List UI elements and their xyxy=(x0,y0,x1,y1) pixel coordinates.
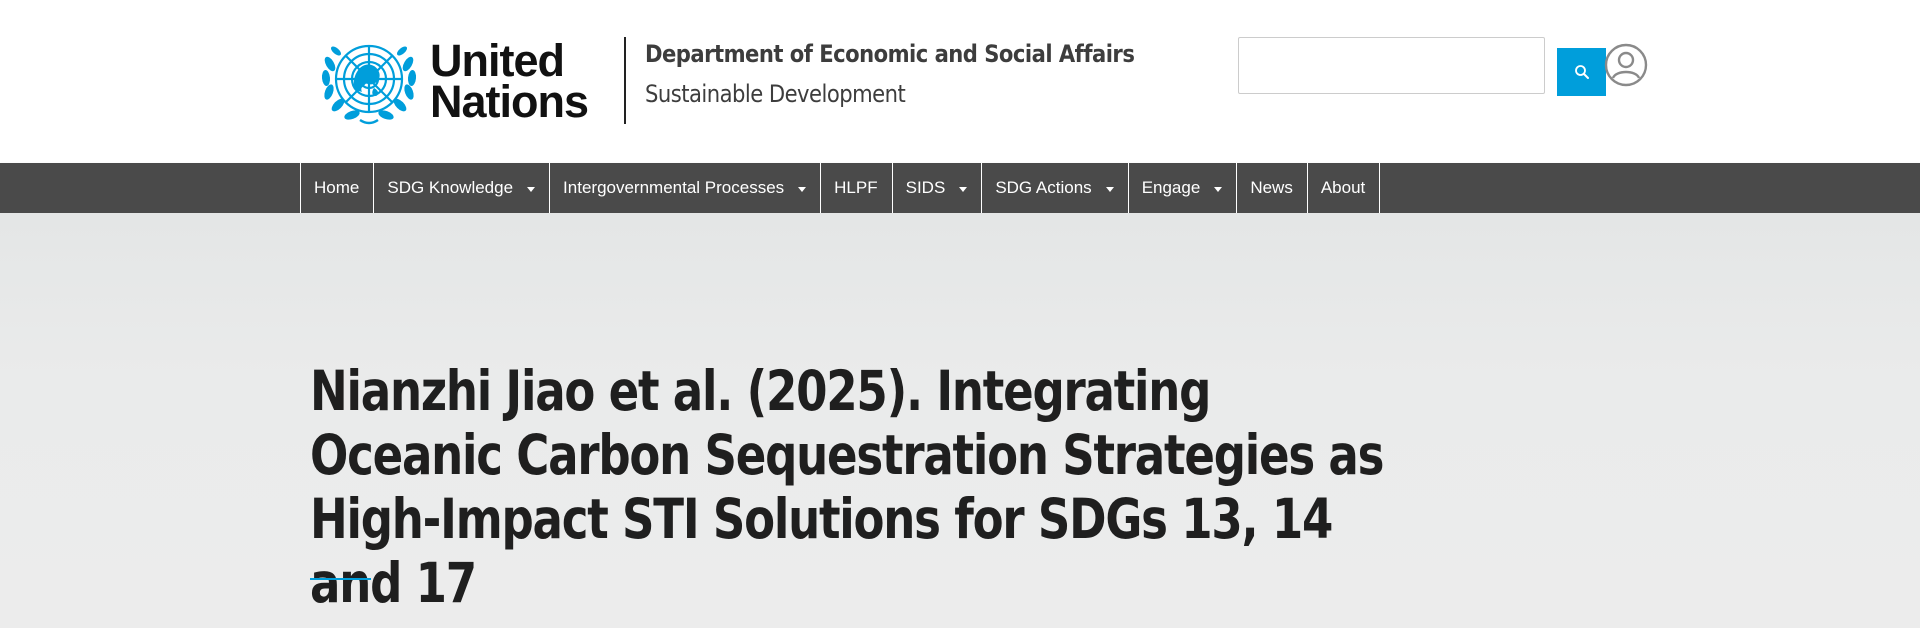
nav-item-hlpf[interactable]: HLPF xyxy=(820,163,891,213)
caret-down-icon xyxy=(798,186,807,192)
nav-item-intergovernmental-processes[interactable]: Intergovernmental Processes xyxy=(549,163,820,213)
main-navigation: Home SDG Knowledge Intergovernmental Proce… xyxy=(0,163,1920,213)
site-header: United Nations Department of Economic an… xyxy=(0,0,1920,163)
caret-down-icon xyxy=(1105,186,1114,192)
nav-item-engage[interactable]: Engage xyxy=(1127,163,1237,213)
nav-items: Home SDG Knowledge Intergovernmental Proce… xyxy=(300,163,1381,213)
caret-down-icon xyxy=(959,186,968,192)
title-underline xyxy=(310,578,371,580)
un-logo-link[interactable]: United Nations xyxy=(316,34,589,128)
header-divider xyxy=(624,37,626,124)
nav-item-sdg-knowledge[interactable]: SDG Knowledge xyxy=(373,163,549,213)
division-name: Sustainable Development xyxy=(645,80,906,108)
nav-item-label: Home xyxy=(314,178,360,197)
nav-item-sdg-actions[interactable]: SDG Actions xyxy=(981,163,1127,213)
nav-item-label: Intergovernmental Processes xyxy=(563,178,785,197)
un-wordmark-line2: Nations xyxy=(430,76,589,127)
search-input[interactable] xyxy=(1238,37,1545,94)
nav-item-label: SDG Knowledge xyxy=(387,178,514,197)
nav-item-home[interactable]: Home xyxy=(300,163,373,213)
caret-down-icon xyxy=(1214,186,1223,192)
nav-item-label: Engage xyxy=(1141,178,1201,197)
nav-item-label: About xyxy=(1320,178,1366,197)
nav-item-label: SIDS xyxy=(905,178,946,197)
page-hero: Nianzhi Jiao et al. (2025). Integrating … xyxy=(0,213,1920,628)
page-title: Nianzhi Jiao et al. (2025). Integrating … xyxy=(310,359,1384,615)
un-wordmark-line1: United xyxy=(430,35,565,86)
department-block[interactable]: Department of Economic and Social Affair… xyxy=(645,40,1201,108)
nav-item-label: SDG Actions xyxy=(995,178,1092,197)
search-icon xyxy=(1574,65,1589,79)
un-emblem-icon xyxy=(321,44,417,125)
department-name: Department of Economic and Social Affair… xyxy=(645,40,1135,68)
nav-item-label: HLPF xyxy=(834,178,878,197)
nav-item-sids[interactable]: SIDS xyxy=(891,163,982,213)
caret-down-icon xyxy=(527,186,536,192)
nav-item-label: News xyxy=(1250,178,1293,197)
nav-item-news[interactable]: News xyxy=(1236,163,1307,213)
nav-item-about[interactable]: About xyxy=(1306,163,1381,213)
search-button[interactable] xyxy=(1557,48,1606,96)
user-account-icon[interactable] xyxy=(1604,43,1648,87)
un-wordmark: United Nations xyxy=(430,35,589,127)
